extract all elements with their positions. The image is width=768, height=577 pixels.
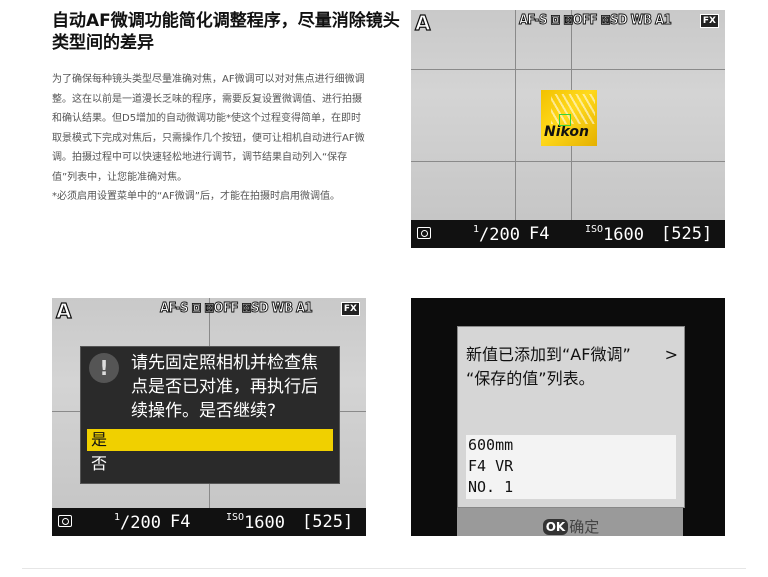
chevron-right-icon[interactable]: > (665, 345, 678, 364)
confirm-button[interactable]: OK 确定 (458, 515, 684, 536)
menu-message: 新值已添加到“AF微调” “保存的值”列表。 (466, 345, 631, 388)
top-info-bar: AF-S ⊡ ⊠OFF ⊠SD WB A1 (519, 13, 673, 29)
camera-screen-menu: 新值已添加到“AF微调” “保存的值”列表。 > 600mm F4 VR NO.… (411, 298, 725, 536)
article-title-line: 自动AF微调功能简化调整程序，尽量消除镜头 (52, 11, 400, 31)
article-title-line: 类型间的差异 (52, 33, 154, 53)
metering-icon (58, 515, 72, 527)
grid-line (514, 10, 516, 220)
format-badge: FX (340, 302, 360, 316)
body-line: 取景模式下完成对焦后，只需操作几个按钮，便可让相机自动进行AF微 (52, 132, 365, 144)
list-item: 600mm (468, 436, 514, 454)
camera-screen-liveview: Nikon A AF-S ⊡ ⊠OFF ⊠SD WB A1 FX 1/200 F… (411, 10, 725, 248)
footnote: *必须启用设置菜单中的“AF微调”后，才能在拍摄时启用微调值。 (52, 191, 340, 202)
saved-value-panel: 新值已添加到“AF微调” “保存的值”列表。 > 600mm F4 VR NO.… (457, 326, 685, 536)
liveview-area: Nikon (411, 10, 725, 220)
article-title: 自动AF微调功能简化调整程序，尽量消除镜头 类型间的差异 (52, 10, 400, 54)
body-line: 和确认结果。但D5增加的自动微调功能*使这个过程变得简单，在即时 (52, 113, 362, 124)
ok-icon: OK (542, 519, 569, 535)
divider (22, 568, 746, 569)
confirm-label: 确定 (569, 518, 600, 536)
af-point-box (559, 114, 571, 126)
shutter-speed: 1/200 (114, 512, 161, 533)
saved-value-list: 600mm F4 VR NO. 1 (466, 435, 676, 499)
dialog-message: 请先固定照相机并检查焦 点是否已对准，再执行后 续操作。是否继续? (131, 353, 318, 421)
aperture: F4 (170, 512, 191, 532)
grid-line (411, 161, 725, 163)
body-line: 整。这在以前是一道漫长乏味的程序，需要反复设置微调值、进行拍摄 (52, 93, 362, 105)
shots-remaining: [525] (661, 224, 713, 244)
aperture: F4 (529, 224, 550, 244)
article-body: 为了确保每种镜头类型尽量准确对焦，AF微调可以对对焦点进行细微调 整。这在以前是… (52, 70, 382, 207)
list-item: F4 VR (468, 457, 514, 475)
shooting-mode: A (55, 298, 72, 323)
metering-icon (417, 227, 431, 239)
option-yes[interactable]: 是 (87, 429, 333, 451)
iso: ISO1600 (585, 224, 645, 245)
body-line: 调。拍摄过程中可以快速轻松地进行调节，调节结果自动列入“保存 (52, 152, 348, 163)
warning-icon: ! (89, 353, 119, 383)
iso: ISO1600 (226, 512, 286, 533)
shots-remaining: [525] (302, 512, 354, 532)
body-line: 为了确保每种镜头类型尽量准确对焦，AF微调可以对对焦点进行细微调 (52, 74, 365, 85)
nikon-logo-text: Nikon (544, 124, 589, 140)
format-badge: FX (699, 14, 719, 28)
status-bar: 1/200 F4 ISO1600 [525] (52, 508, 366, 536)
body-line: 值”列表中，让您能准确对焦。 (52, 171, 188, 183)
top-info-bar: AF-S ⊡ ⊠OFF ⊠SD WB A1 (160, 301, 314, 317)
confirm-dialog: ! 请先固定照相机并检查焦 点是否已对准，再执行后 续操作。是否继续? 是 否 (80, 346, 340, 484)
option-no[interactable]: 否 (87, 453, 333, 475)
camera-screen-dialog: A AF-S ⊡ ⊠OFF ⊠SD WB A1 FX ! 请先固定照相机并检查焦… (52, 298, 366, 536)
grid-line (411, 68, 725, 70)
shutter-speed: 1/200 (473, 224, 520, 245)
shooting-mode: A (414, 10, 431, 35)
status-bar: 1/200 F4 ISO1600 [525] (411, 220, 725, 248)
list-item: NO. 1 (468, 478, 514, 496)
